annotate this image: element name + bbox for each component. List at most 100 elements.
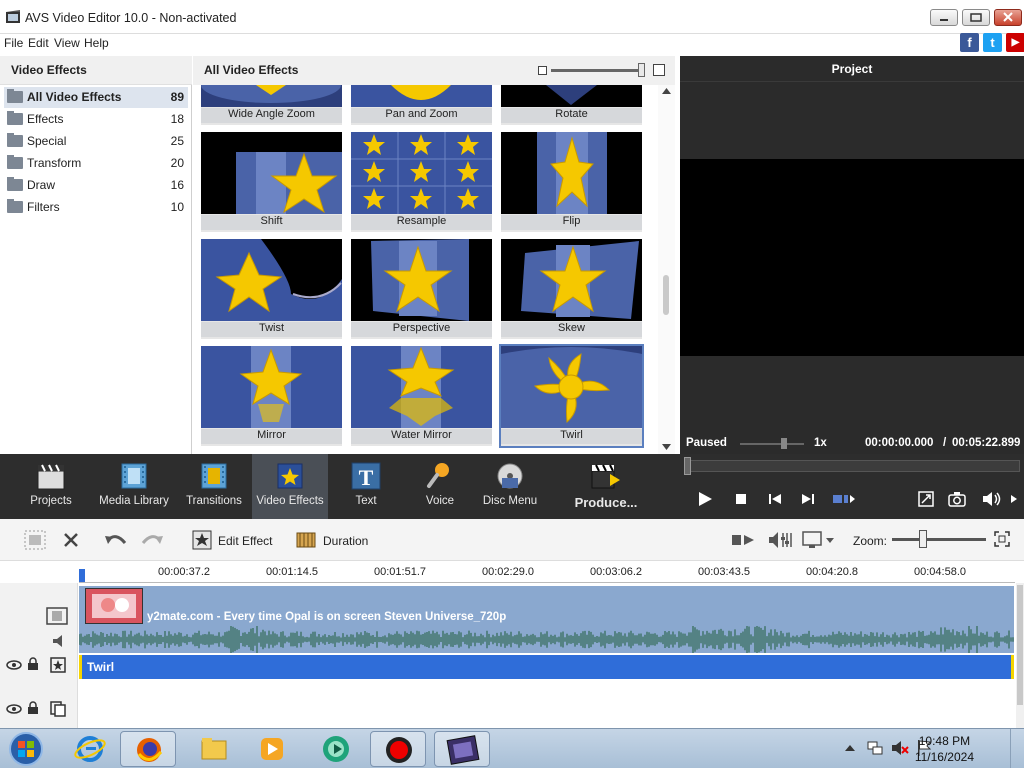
scroll-down-icon[interactable] xyxy=(662,444,671,450)
fit-timeline-icon[interactable] xyxy=(994,531,1010,547)
thumbnail-size-slider[interactable] xyxy=(551,69,643,72)
next-frame-icon[interactable] xyxy=(801,493,815,505)
large-thumbnails-icon[interactable] xyxy=(653,64,665,76)
volume-muted-icon[interactable] xyxy=(891,739,909,757)
effect-tile-rotate[interactable]: Rotate xyxy=(501,85,642,125)
visibility-eye-icon[interactable] xyxy=(6,659,22,671)
storyboard-toggle-icon[interactable] xyxy=(24,530,46,550)
play-icon[interactable] xyxy=(697,491,713,507)
playhead-marker[interactable] xyxy=(79,569,85,583)
effect-tile-resample[interactable]: Resample xyxy=(351,132,492,232)
category-transform[interactable]: Transform 20 xyxy=(4,153,188,174)
show-hidden-icons[interactable] xyxy=(845,743,855,751)
taskbar-recorder[interactable] xyxy=(370,731,426,767)
twitter-icon[interactable]: t xyxy=(983,33,1002,52)
effect-label: Perspective xyxy=(351,322,492,337)
timeline-vertical-scrollbar[interactable] xyxy=(1016,583,1024,728)
toolbar-transitions[interactable]: Transitions xyxy=(184,454,244,519)
more-options-icon[interactable] xyxy=(1010,494,1018,504)
display-settings-icon[interactable] xyxy=(802,530,836,550)
snapshot-camera-icon[interactable] xyxy=(948,491,966,507)
effect-tile-mirror[interactable]: Mirror xyxy=(201,346,342,446)
audio-clip[interactable] xyxy=(78,625,1014,654)
effect-tile-shift[interactable]: Shift xyxy=(201,132,342,232)
video-clip-name: y2mate.com - Every time Opal is on scree… xyxy=(147,611,507,623)
previous-frame-icon[interactable] xyxy=(768,493,782,505)
maximize-button[interactable] xyxy=(962,9,990,26)
menu-view[interactable]: View xyxy=(54,36,80,50)
timeline-zoom-handle[interactable] xyxy=(919,530,927,548)
effect-tile-twist[interactable]: Twist xyxy=(201,239,342,339)
speed-slider-handle[interactable] xyxy=(781,438,787,449)
category-effects[interactable]: Effects 18 xyxy=(4,109,188,130)
seek-handle[interactable] xyxy=(684,457,691,475)
timeline-scroll-thumb[interactable] xyxy=(1017,585,1023,705)
lock-icon[interactable] xyxy=(27,657,39,671)
category-filters[interactable]: Filters 10 xyxy=(4,197,188,218)
preview-seek-bar[interactable] xyxy=(684,457,1020,475)
thumbnail-size-slider-handle[interactable] xyxy=(638,63,645,77)
delete-icon[interactable] xyxy=(62,531,80,549)
preview-screen[interactable] xyxy=(680,159,1024,356)
minimize-button[interactable] xyxy=(930,9,958,26)
duration-icon[interactable] xyxy=(296,531,316,549)
toolbar-media-library[interactable]: Media Library xyxy=(98,454,170,519)
toolbar-projects[interactable]: Projects xyxy=(20,454,82,519)
fullscreen-icon[interactable] xyxy=(918,491,934,507)
show-desktop-button[interactable] xyxy=(1010,729,1024,768)
split-clip-icon[interactable] xyxy=(730,531,756,549)
volume-icon[interactable] xyxy=(982,491,1002,507)
small-thumbnails-icon[interactable] xyxy=(538,66,547,75)
toolbar-produce[interactable]: Produce... xyxy=(570,454,642,519)
effects-grid-scrollbar[interactable] xyxy=(658,85,675,454)
toolbar-disc-menu[interactable]: Disc Menu xyxy=(478,454,542,519)
visibility-eye-icon[interactable] xyxy=(6,703,22,715)
youtube-icon[interactable]: ▶ xyxy=(1006,33,1024,52)
effect-tile-twirl[interactable]: Twirl xyxy=(499,344,644,448)
taskbar-file-explorer[interactable] xyxy=(186,731,242,767)
undo-icon[interactable] xyxy=(104,531,128,549)
scrollbar-thumb[interactable] xyxy=(663,275,669,315)
split-icon[interactable] xyxy=(832,492,856,506)
taskbar-internet-explorer[interactable] xyxy=(62,731,118,767)
start-button[interactable] xyxy=(6,731,46,767)
speed-slider[interactable] xyxy=(740,443,804,445)
edit-effect-button[interactable]: Edit Effect xyxy=(218,534,272,548)
effect-tile-wide-angle-zoom[interactable]: Wide Angle Zoom xyxy=(201,85,342,125)
category-special[interactable]: Special 25 xyxy=(4,131,188,152)
redo-icon[interactable] xyxy=(140,531,164,549)
facebook-icon[interactable]: f xyxy=(960,33,979,52)
stop-icon[interactable] xyxy=(735,493,747,505)
effect-tile-flip[interactable]: Flip xyxy=(501,132,642,232)
effect-tile-skew[interactable]: Skew xyxy=(501,239,642,339)
taskbar-avs-video-editor[interactable] xyxy=(434,731,490,767)
timeline-zoom-slider[interactable] xyxy=(892,538,986,541)
audio-settings-icon[interactable] xyxy=(768,529,794,551)
edit-effect-icon[interactable] xyxy=(192,530,212,550)
taskbar-media-player[interactable] xyxy=(244,731,300,767)
timeline-ruler[interactable]: 00:00:37.2 00:01:14.5 00:01:51.7 00:02:2… xyxy=(0,561,1024,583)
menu-edit[interactable]: Edit xyxy=(28,36,49,50)
toolbar-text[interactable]: T Text xyxy=(340,454,392,519)
toolbar-video-effects[interactable]: Video Effects xyxy=(252,454,328,519)
duration-button[interactable]: Duration xyxy=(323,534,368,548)
toolbar-voice[interactable]: Voice xyxy=(414,454,466,519)
video-clip[interactable]: y2mate.com - Every time Opal is on scree… xyxy=(79,586,1014,626)
menu-file[interactable]: File xyxy=(4,36,23,50)
taskbar-green-app[interactable] xyxy=(308,731,364,767)
network-icon[interactable] xyxy=(866,739,884,757)
audio-mute-icon[interactable] xyxy=(52,635,68,647)
effect-tile-perspective[interactable]: Perspective xyxy=(351,239,492,339)
effect-clip-twirl[interactable]: Twirl xyxy=(79,655,1014,679)
taskbar-clock[interactable]: 10:48 PM 11/16/2024 xyxy=(915,733,974,765)
menu-help[interactable]: Help xyxy=(84,36,109,50)
lock-icon[interactable] xyxy=(27,701,39,715)
taskbar-firefox[interactable] xyxy=(120,731,176,767)
scroll-up-icon[interactable] xyxy=(662,88,671,94)
effect-tile-water-mirror[interactable]: Water Mirror xyxy=(351,346,492,446)
category-count: 18 xyxy=(170,112,184,126)
category-draw[interactable]: Draw 16 xyxy=(4,175,188,196)
category-all-video-effects[interactable]: All Video Effects 89 xyxy=(4,87,188,108)
effect-tile-pan-and-zoom[interactable]: Pan and Zoom xyxy=(351,85,492,125)
close-button[interactable] xyxy=(994,9,1022,26)
